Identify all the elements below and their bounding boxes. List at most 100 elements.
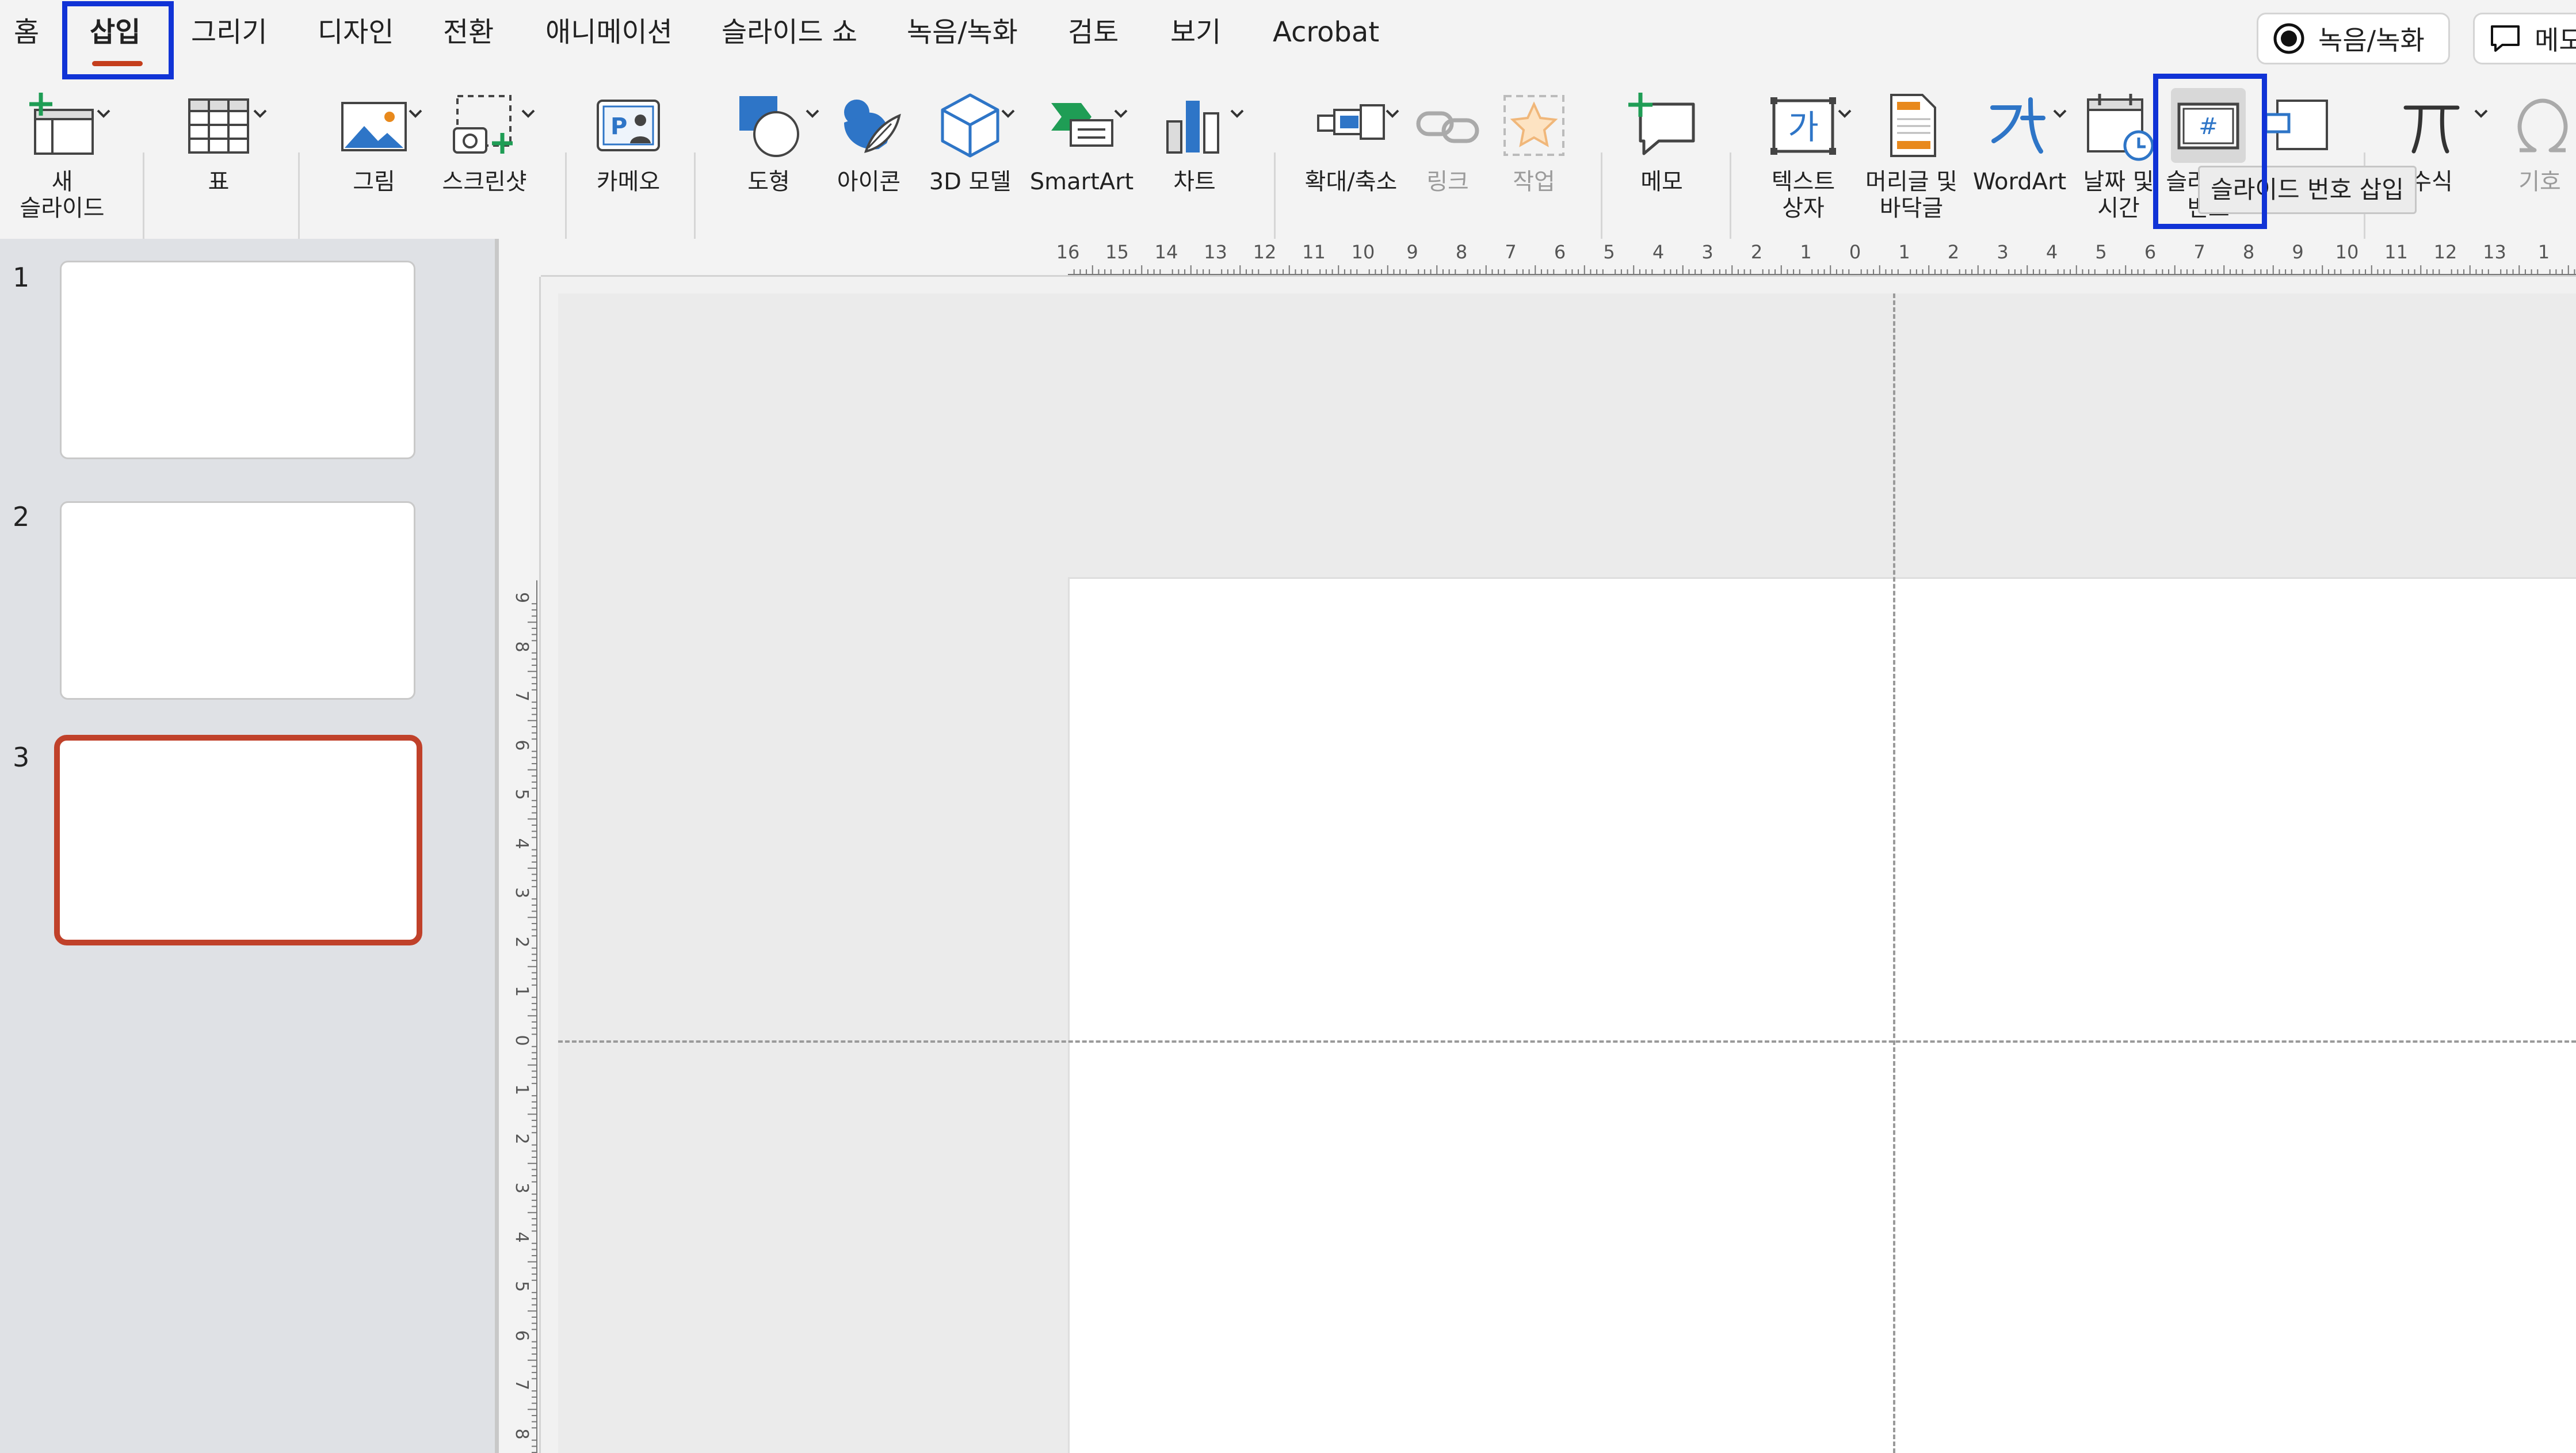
ruler-label: 3 xyxy=(1701,241,1713,263)
zoom-icon xyxy=(1314,88,1388,163)
ruler-label: 7 xyxy=(512,1379,532,1390)
ruler-label: 7 xyxy=(1505,241,1516,263)
ruler-label: 4 xyxy=(512,838,532,849)
table-label: 표 xyxy=(208,169,230,195)
tab-draw[interactable]: 그리기 xyxy=(191,15,267,49)
record-button-label: 녹음/녹화 xyxy=(2318,25,2425,56)
ruler-label: 9 xyxy=(2292,241,2303,263)
wordart-icon xyxy=(1982,88,2057,163)
tab-home[interactable]: 홈 xyxy=(14,15,39,49)
slide-thumbnail-2[interactable] xyxy=(60,501,415,700)
wordart-chevron-down-icon[interactable] xyxy=(2052,105,2068,121)
ruler-label: 8 xyxy=(1456,241,1467,263)
ruler-label: 4 xyxy=(512,1231,532,1242)
tab-view[interactable]: 보기 xyxy=(1170,15,1221,49)
ruler-label: 14 xyxy=(1155,241,1178,263)
tab-acrobat[interactable]: Acrobat xyxy=(1273,15,1379,49)
wordart-button[interactable]: WordArt xyxy=(1962,72,2077,195)
record-button[interactable]: 녹음/녹화 xyxy=(2257,13,2450,64)
ruler-label: 2 xyxy=(1948,241,1959,263)
smartart-button[interactable]: SmartArt xyxy=(1024,72,1139,195)
picture-chevron-down-icon[interactable] xyxy=(407,105,423,121)
slide-number-3: 3 xyxy=(13,742,30,773)
ruler-label: 1 xyxy=(1898,241,1910,263)
record-icon xyxy=(2273,23,2304,54)
vertical-smart-guide[interactable] xyxy=(1893,293,1895,1453)
link-label: 링크 xyxy=(1426,169,1469,195)
new-slide-label: 새 슬라이드 xyxy=(20,169,105,222)
new-slide-button[interactable]: 새 슬라이드 xyxy=(5,72,120,222)
current-slide[interactable] xyxy=(1068,577,2576,1453)
chart-button[interactable]: 차트 xyxy=(1143,72,1246,195)
comments-button[interactable]: 메모 xyxy=(2473,13,2576,64)
horizontal-smart-guide[interactable] xyxy=(558,1040,2576,1043)
symbol-button[interactable]: 기호 xyxy=(2494,72,2576,195)
ruler-label: 4 xyxy=(1653,241,1664,263)
smartart-chevron-down-icon[interactable] xyxy=(1113,105,1129,121)
vertical-ruler: 9 8 7 6 5 4 3 2 1 0 1 2 3 4 5 6 7 8 xyxy=(499,277,541,1453)
ruler-label: 13 xyxy=(1204,241,1227,263)
shapes-button[interactable]: 도형 xyxy=(717,72,820,195)
tab-review[interactable]: 검토 xyxy=(1068,15,1119,49)
powerpoint-window: 홈 삽입 그리기 디자인 전환 애니메이션 슬라이드 쇼 녹음/녹화 검토 보기… xyxy=(0,0,2576,1453)
screenshot-chevron-down-icon[interactable] xyxy=(520,105,536,121)
zoom-button[interactable]: 확대/축소 xyxy=(1293,72,1409,195)
icons-label: 아이콘 xyxy=(837,169,901,195)
pane-splitter[interactable] xyxy=(495,239,499,1453)
table-button[interactable]: 표 xyxy=(167,72,270,195)
tab-animations[interactable]: 애니메이션 xyxy=(545,15,673,49)
equation-label: 수식 xyxy=(2410,169,2453,195)
table-chevron-down-icon[interactable] xyxy=(252,105,268,121)
action-label: 작업 xyxy=(1513,169,1555,195)
cameo-button[interactable]: P 카메오 xyxy=(577,72,680,195)
zoom-label: 확대/축소 xyxy=(1304,169,1398,195)
slide-thumbnail-3-selected[interactable] xyxy=(54,735,422,945)
tab-design[interactable]: 디자인 xyxy=(318,15,394,49)
tab-transitions[interactable]: 전환 xyxy=(443,15,494,49)
comment-insert-button[interactable]: 메모 xyxy=(1610,72,1713,195)
ruler-label: 2 xyxy=(512,936,532,947)
new-slide-chevron-down-icon[interactable] xyxy=(96,105,112,121)
ruler-label: 10 xyxy=(2335,241,2359,263)
smartart-icon xyxy=(1044,88,1119,163)
header-footer-label: 머리글 및 바닥글 xyxy=(1865,169,1957,222)
chart-label: 차트 xyxy=(1173,169,1216,195)
cameo-icon: P xyxy=(591,88,666,163)
3d-models-chevron-down-icon[interactable] xyxy=(1000,105,1016,121)
comment-icon xyxy=(2491,25,2520,52)
ruler-label: 7 xyxy=(512,691,532,701)
new-slide-icon xyxy=(25,88,100,163)
new-comment-icon xyxy=(1624,88,1699,163)
textbox-label: 텍스트 상자 xyxy=(1771,169,1835,222)
3d-models-button[interactable]: 3D 모델 xyxy=(918,72,1022,195)
ruler-label: 16 xyxy=(1056,241,1080,263)
bar-chart-icon xyxy=(1157,88,1232,163)
header-footer-icon xyxy=(1874,88,1949,163)
ruler-label: 5 xyxy=(1603,241,1615,263)
tab-slideshow[interactable]: 슬라이드 쇼 xyxy=(722,15,857,49)
chart-chevron-down-icon[interactable] xyxy=(1229,105,1245,121)
shapes-label: 도형 xyxy=(747,169,790,195)
screenshot-button[interactable]: 스크린샷 xyxy=(433,72,536,195)
object-icon xyxy=(2260,88,2335,163)
equation-chevron-down-icon[interactable] xyxy=(2473,105,2489,121)
object-button[interactable] xyxy=(2260,72,2335,163)
ruler-label: 0 xyxy=(512,1035,532,1046)
ruler-label: 5 xyxy=(512,1281,532,1292)
picture-button[interactable]: 그림 xyxy=(322,72,426,195)
slide-thumbnail-1[interactable] xyxy=(60,261,415,459)
ribbon-tab-bar: 홈 삽입 그리기 디자인 전환 애니메이션 슬라이드 쇼 녹음/녹화 검토 보기… xyxy=(0,0,2576,72)
icons-button[interactable]: 아이콘 xyxy=(817,72,921,195)
textbox-chevron-down-icon[interactable] xyxy=(1837,105,1853,121)
ruler-label: 6 xyxy=(2144,241,2156,263)
screenshot-label: 스크린샷 xyxy=(442,169,527,195)
date-time-label: 날짜 및 시간 xyxy=(2083,169,2154,222)
slide-number-2: 2 xyxy=(13,501,30,532)
header-footer-button[interactable]: 머리글 및 바닥글 xyxy=(1854,72,1969,222)
ruler-label: 6 xyxy=(512,1330,532,1341)
tab-record[interactable]: 녹음/녹화 xyxy=(907,15,1018,49)
action-button[interactable]: 작업 xyxy=(1482,72,1586,195)
textbox-glyph: 가 xyxy=(1788,108,1818,147)
3d-models-label: 3D 모델 xyxy=(929,169,1012,195)
textbox-button[interactable]: 가 텍스트 상자 xyxy=(1751,72,1855,222)
